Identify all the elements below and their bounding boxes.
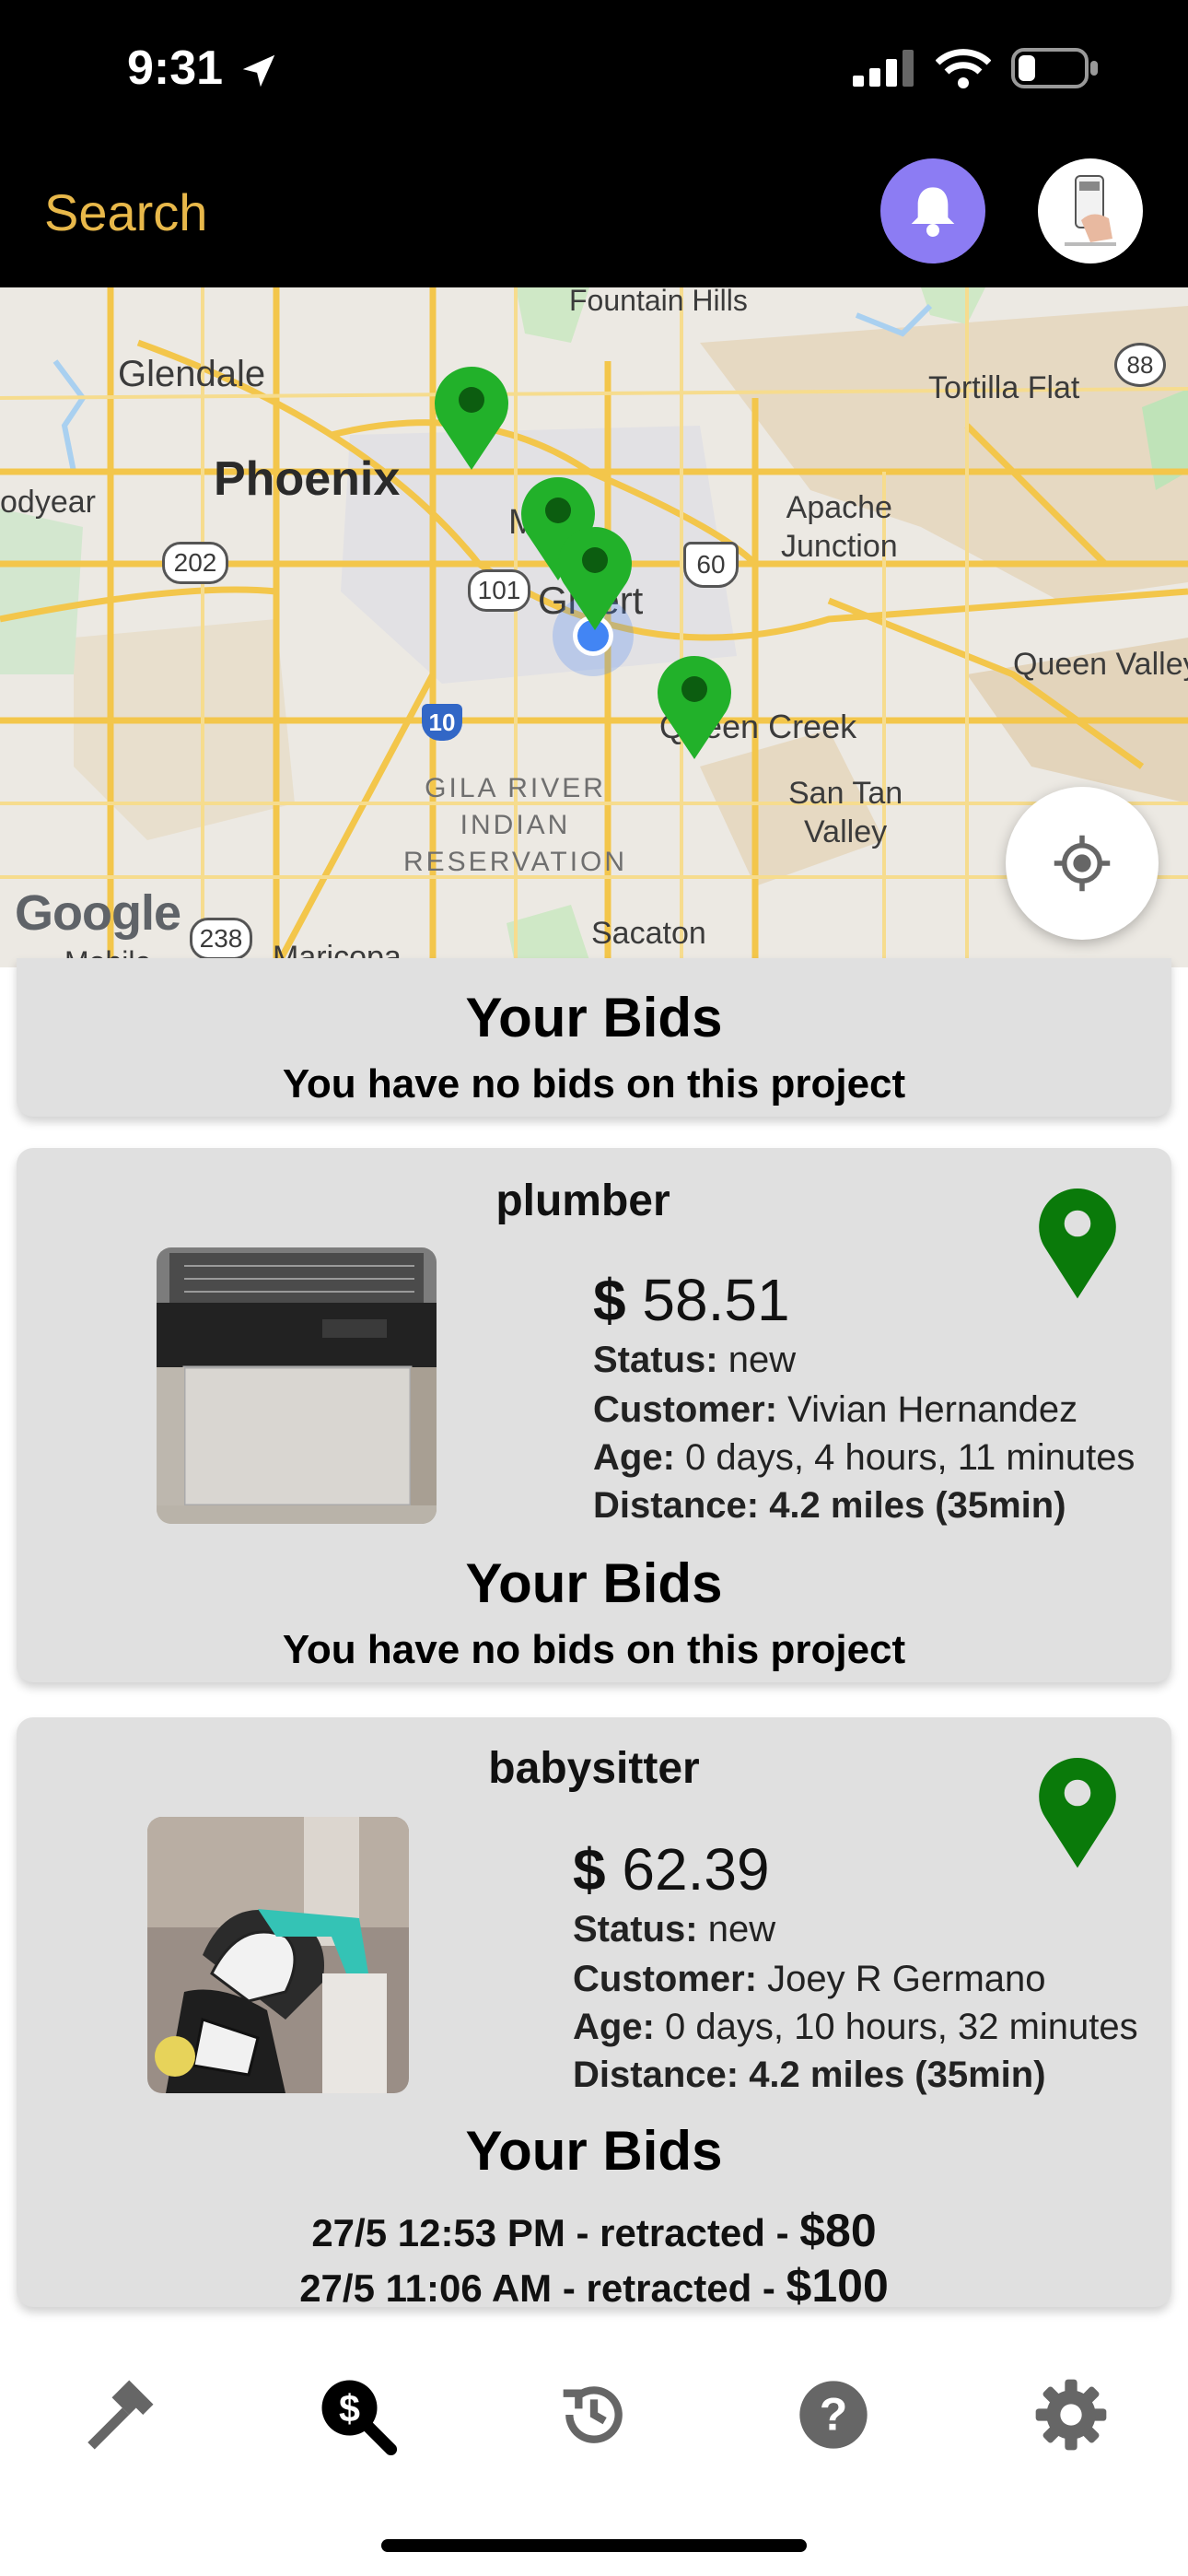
bid-entry: 27/5 11:06 AM - retracted - $100 xyxy=(17,2259,1171,2313)
signal-icon xyxy=(853,50,914,87)
nav-history[interactable] xyxy=(543,2364,645,2465)
map-label-apache-junction: Apache Junction xyxy=(781,490,898,564)
price-value: 62.39 xyxy=(622,1836,770,1903)
svg-text:?: ? xyxy=(820,2389,848,2441)
distance-value: 4.2 miles (35min) xyxy=(749,2055,1046,2095)
map-pin-icon[interactable] xyxy=(433,365,510,472)
gear-icon xyxy=(1035,2379,1107,2451)
nav-settings[interactable] xyxy=(1020,2364,1122,2465)
home-indicator xyxy=(381,2539,807,2552)
status-line: Status: new xyxy=(573,1909,775,1950)
project-card[interactable]: babysitter $ 62.39 Status: new Customer:… xyxy=(17,1717,1171,2312)
nav-help[interactable]: ? xyxy=(783,2364,884,2465)
price-symbol: $ xyxy=(573,1836,606,1903)
status-time: 9:31 xyxy=(127,41,224,95)
customer-value: Joey R Germano xyxy=(767,1959,1046,1999)
map-pin-icon[interactable] xyxy=(656,654,733,761)
customer-line: Customer: Vivian Hernandez xyxy=(593,1389,1077,1431)
notifications-button[interactable] xyxy=(880,158,985,263)
route-shield-238: 238 xyxy=(190,918,252,960)
map-label-fountain-hills: Fountain Hills xyxy=(569,287,748,317)
route-shield-60: 60 xyxy=(683,542,739,588)
map-label-tortilla-flat: Tortilla Flat xyxy=(928,370,1080,405)
child-image xyxy=(147,1817,409,2093)
route-shield-202: 202 xyxy=(162,542,228,584)
job-photo[interactable] xyxy=(147,1817,409,2093)
job-title: plumber xyxy=(495,1177,670,1225)
your-bids-title: Your Bids xyxy=(465,987,723,1048)
bid-entry: 27/5 12:53 PM - retracted - $80 xyxy=(17,2204,1171,2257)
project-card[interactable]: plumber $ 58.51 Status: new Customer: Vi… xyxy=(17,1148,1171,1682)
svg-text:$: $ xyxy=(339,2388,360,2430)
project-card[interactable]: Your Bids You have no bids on this proje… xyxy=(17,958,1171,1117)
dishwasher-image xyxy=(157,1247,437,1524)
my-location-button[interactable] xyxy=(1006,787,1159,940)
age-line: Age: 0 days, 4 hours, 11 minutes xyxy=(593,1437,1135,1479)
map-label-queen-valley: Queen Valley xyxy=(1013,647,1188,682)
status-label: Status: xyxy=(593,1340,718,1380)
no-bids-text: You have no bids on this project xyxy=(282,1061,906,1107)
location-arrow-icon xyxy=(242,54,275,88)
locate-icon xyxy=(1054,835,1111,892)
distance-label: Distance: xyxy=(573,2055,740,2095)
distance-line: Distance: 4.2 miles (35min) xyxy=(593,1485,1066,1527)
map-pin-icon[interactable] xyxy=(1037,1187,1118,1301)
wifi-icon xyxy=(936,49,991,88)
route-shield-10: 10 xyxy=(422,704,462,741)
map-pin-icon[interactable] xyxy=(556,525,634,632)
hammer-icon xyxy=(87,2380,154,2450)
route-shield-88: 88 xyxy=(1114,343,1166,387)
no-bids-text: You have no bids on this project xyxy=(282,1627,906,1672)
google-logo: Google xyxy=(15,885,181,941)
status-value: new xyxy=(728,1340,797,1380)
age-label: Age: xyxy=(573,2007,655,2047)
bid-entry-text: 27/5 12:53 PM - retracted - xyxy=(311,2211,800,2254)
bid-entry-amount: $80 xyxy=(799,2205,877,2256)
customer-label: Customer: xyxy=(573,1959,758,1999)
your-bids-title: Your Bids xyxy=(465,2120,723,2182)
map-pin-icon[interactable] xyxy=(1037,1756,1118,1870)
distance-value: 4.2 miles (35min) xyxy=(769,1485,1066,1526)
map-label-gila-river: GILA RIVER INDIAN RESERVATION xyxy=(403,773,628,877)
status-line: Status: new xyxy=(593,1340,796,1381)
customer-value: Vivian Hernandez xyxy=(787,1389,1078,1430)
distance-label: Distance: xyxy=(593,1485,760,1526)
map-label-phoenix: Phoenix xyxy=(214,452,401,506)
job-price: $ 62.39 xyxy=(573,1835,770,1903)
map-label-glendale: Glendale xyxy=(118,354,266,394)
status-label: Status: xyxy=(573,1909,698,1950)
battery-icon xyxy=(1011,48,1098,88)
map-label-sacaton: Sacaton xyxy=(591,916,706,951)
help-icon: ? xyxy=(799,2381,868,2449)
status-icons xyxy=(853,48,1100,88)
avatar-image xyxy=(1044,165,1136,257)
nav-jobs[interactable] xyxy=(68,2364,169,2465)
bid-entry-text: 27/5 11:06 AM - retracted - xyxy=(299,2266,786,2310)
age-line: Age: 0 days, 10 hours, 32 minutes xyxy=(573,2007,1138,2048)
your-bids-title: Your Bids xyxy=(465,1552,723,1614)
job-photo[interactable] xyxy=(157,1247,437,1524)
age-value: 0 days, 10 hours, 32 minutes xyxy=(665,2007,1138,2047)
distance-line: Distance: 4.2 miles (35min) xyxy=(573,2055,1046,2096)
search-dollar-icon: $ xyxy=(321,2380,398,2456)
age-label: Age: xyxy=(593,1437,675,1478)
bell-icon xyxy=(911,187,955,237)
price-symbol: $ xyxy=(593,1267,626,1333)
nav-find-work[interactable]: $ xyxy=(306,2364,407,2465)
history-icon xyxy=(563,2386,623,2443)
map-label-san-tan-valley: San Tan Valley xyxy=(788,776,903,849)
search-button[interactable]: Search xyxy=(44,182,207,242)
top-bar: 9:31 Search xyxy=(0,0,1188,287)
job-title: babysitter xyxy=(488,1744,700,1793)
profile-avatar[interactable] xyxy=(1038,158,1143,263)
map-label-goodyear: odyear xyxy=(0,485,96,520)
bid-entry-amount: $100 xyxy=(786,2260,889,2312)
age-value: 0 days, 4 hours, 11 minutes xyxy=(685,1437,1136,1478)
status-value: new xyxy=(707,1909,776,1950)
job-price: $ 58.51 xyxy=(593,1266,790,1334)
customer-label: Customer: xyxy=(593,1389,778,1430)
customer-line: Customer: Joey R Germano xyxy=(573,1959,1046,2000)
price-value: 58.51 xyxy=(642,1267,790,1333)
